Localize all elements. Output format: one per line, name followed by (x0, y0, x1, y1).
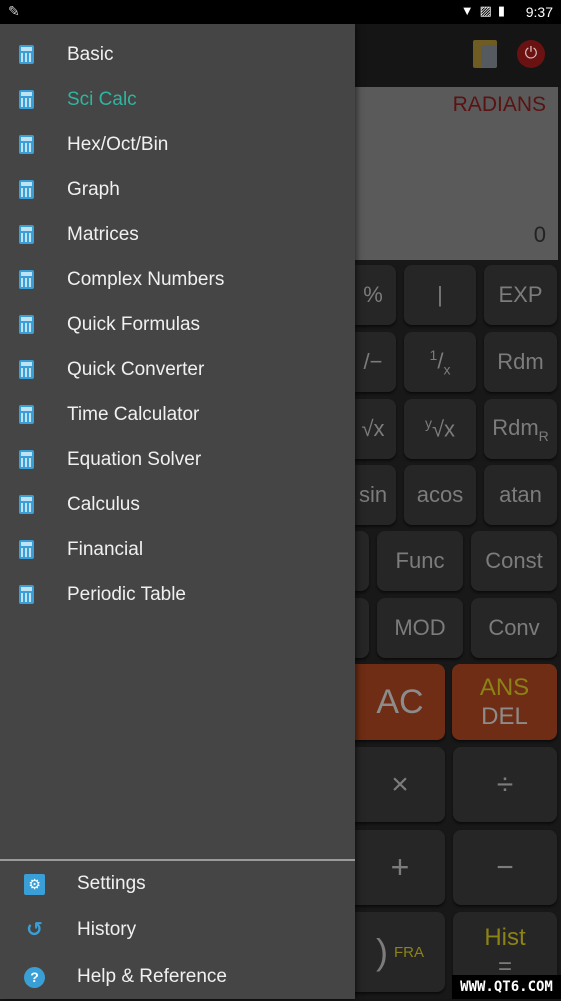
drawer-item-label: Quick Formulas (67, 313, 201, 335)
drawer-item-graph[interactable]: Graph (0, 167, 355, 212)
drawer-divider (0, 859, 355, 861)
key-acos[interactable]: acos (404, 465, 476, 525)
drawer-item-label: Sci Calc (67, 88, 137, 110)
calculator-icon (19, 270, 34, 289)
drawer-item-periodic-table[interactable]: Periodic Table (0, 572, 355, 617)
drawer-item-history[interactable]: ↺ History (0, 908, 355, 954)
drawer-item-help[interactable]: ? Help & Reference (0, 955, 355, 1001)
clipboard-icon[interactable] (473, 40, 497, 68)
drawer-item-label: Equation Solver (67, 448, 202, 470)
key-ans-del[interactable]: ANS DEL (452, 664, 557, 740)
drawer-item-sci-calc[interactable]: Sci Calc (0, 77, 355, 122)
calculator-icon (19, 45, 34, 64)
drawer-item-label: Complex Numbers (67, 268, 225, 290)
notification-icon: ✎ (8, 3, 20, 19)
key-yroot[interactable]: y√x (404, 399, 476, 459)
drawer-item-calculus[interactable]: Calculus (0, 482, 355, 527)
drawer-item-label: Help & Reference (77, 966, 227, 987)
drawer-item-complex-numbers[interactable]: Complex Numbers (0, 257, 355, 302)
settings-icon: ⚙ (24, 874, 45, 895)
calculator-icon (19, 315, 34, 334)
key-minus[interactable]: − (453, 830, 557, 905)
drawer-item-label: Periodic Table (67, 583, 187, 605)
watermark: WWW.QT6.COM (452, 975, 561, 999)
key-mod[interactable]: MOD (377, 598, 463, 658)
calculator-icon (19, 495, 34, 514)
drawer-item-matrices[interactable]: Matrices (0, 212, 355, 257)
key-rdmr[interactable]: RdmR (484, 399, 557, 459)
help-icon: ? (24, 967, 45, 988)
history-icon: ↺ (26, 919, 43, 941)
drawer-item-label: Matrices (67, 223, 139, 245)
drawer-item-financial[interactable]: Financial (0, 527, 355, 572)
key-exp[interactable]: EXP (484, 265, 557, 325)
angle-mode[interactable]: RADIANS (453, 93, 546, 117)
calculator-icon (19, 90, 34, 109)
key-bar[interactable]: | (404, 265, 476, 325)
calculator-icon (19, 450, 34, 469)
status-icons: ▼▨▮ (460, 3, 511, 18)
calculator-icon (19, 180, 34, 199)
drawer-item-label: Calculus (67, 493, 140, 515)
key-divide[interactable]: ÷ (453, 747, 557, 822)
drawer-item-quick-formulas[interactable]: Quick Formulas (0, 302, 355, 347)
status-time: 9:37 (525, 4, 553, 20)
calculator-icon (19, 225, 34, 244)
drawer-item-label: Quick Converter (67, 358, 205, 380)
drawer-item-settings[interactable]: ⚙ Settings (0, 862, 355, 908)
drawer-item-time-calculator[interactable]: Time Calculator (0, 392, 355, 437)
drawer-item-equation-solver[interactable]: Equation Solver (0, 437, 355, 482)
key-atan[interactable]: atan (484, 465, 557, 525)
drawer-item-label: Basic (67, 43, 114, 65)
status-bar: ✎ ▼▨▮ 9:37 (0, 0, 561, 24)
power-icon[interactable]: ⏻ (517, 40, 545, 68)
drawer-item-quick-converter[interactable]: Quick Converter (0, 347, 355, 392)
key-reciprocal[interactable]: 1/x (404, 332, 476, 392)
key-const[interactable]: Const (471, 531, 557, 591)
calculator-icon (19, 360, 34, 379)
drawer-item-label: Time Calculator (67, 403, 200, 425)
drawer-item-basic[interactable]: Basic (0, 32, 355, 77)
key-conv[interactable]: Conv (471, 598, 557, 658)
calculator-icon (19, 540, 34, 559)
calculator-icon (19, 585, 34, 604)
key-rdm[interactable]: Rdm (484, 332, 557, 392)
result-value: 0 (533, 222, 546, 247)
drawer-item-hex-oct-bin[interactable]: Hex/Oct/Bin (0, 122, 355, 167)
calculator-icon (19, 405, 34, 424)
drawer-item-label: History (77, 919, 137, 940)
navigation-drawer: Basic Sci Calc Hex/Oct/Bin Graph Matrices Com… (0, 24, 355, 999)
drawer-item-label: Settings (77, 873, 146, 894)
key-func[interactable]: Func (377, 531, 463, 591)
calculator-icon (19, 135, 34, 154)
drawer-item-label: Financial (67, 538, 144, 560)
drawer-item-label: Hex/Oct/Bin (67, 133, 169, 155)
drawer-item-label: Graph (67, 178, 120, 200)
